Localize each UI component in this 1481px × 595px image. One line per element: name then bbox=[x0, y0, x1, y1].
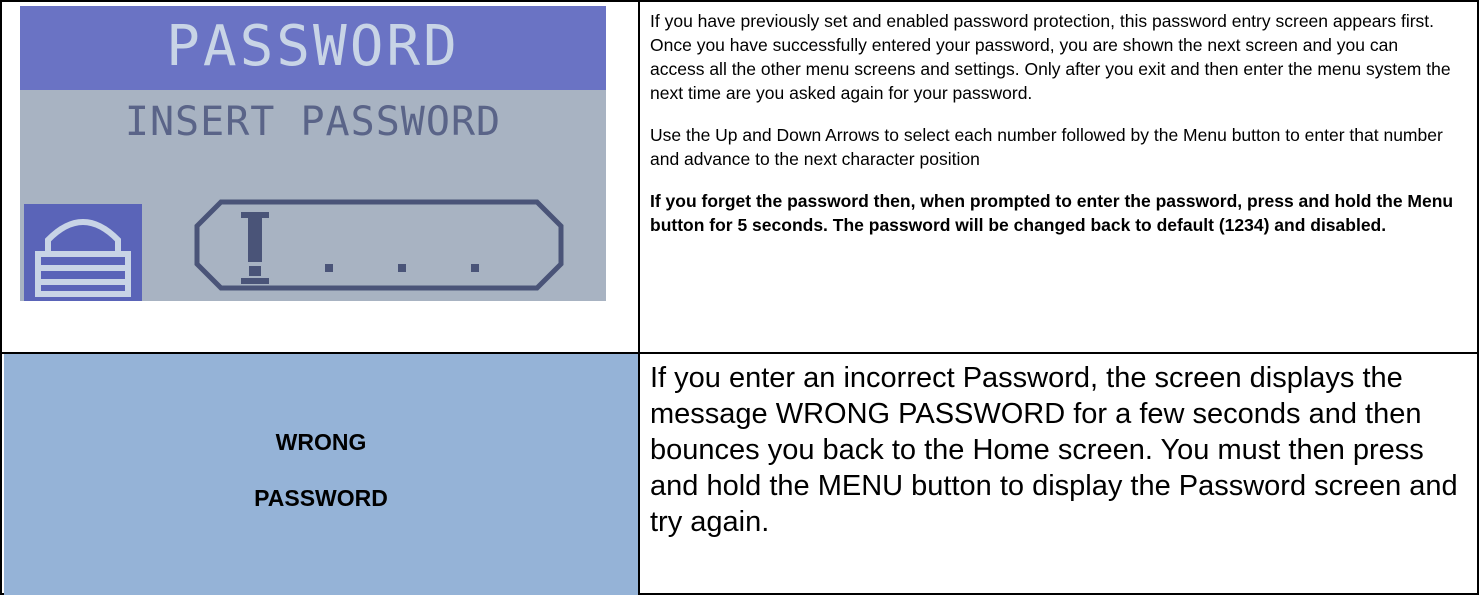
lcd-title: PASSWORD bbox=[166, 14, 460, 79]
padlock-icon bbox=[24, 204, 142, 301]
description-paragraph-2: Use the Up and Down Arrows to select eac… bbox=[650, 125, 1443, 169]
forgot-password-note: If you forget the password then, when pr… bbox=[650, 191, 1454, 235]
password-screen-description: If you have previously set and enabled p… bbox=[650, 9, 1455, 255]
wrong-password-label-line1: WRONG bbox=[275, 429, 367, 455]
wrong-password-cell: WRONG PASSWORD bbox=[4, 354, 638, 595]
wrong-password-description: If you enter an incorrect Password, the … bbox=[650, 362, 1458, 538]
description-paragraph-1: If you have previously set and enabled p… bbox=[650, 11, 1451, 103]
lcd-screen-image: PASSWORD INSERT PASSWORD bbox=[20, 6, 606, 301]
column-divider bbox=[638, 2, 640, 593]
password-entry-field bbox=[194, 199, 564, 291]
lcd-subtitle: INSERT PASSWORD bbox=[124, 99, 502, 145]
wrong-password-label-line2: PASSWORD bbox=[254, 485, 388, 511]
document-table: PASSWORD INSERT PASSWORD If you have pre… bbox=[0, 0, 1479, 595]
